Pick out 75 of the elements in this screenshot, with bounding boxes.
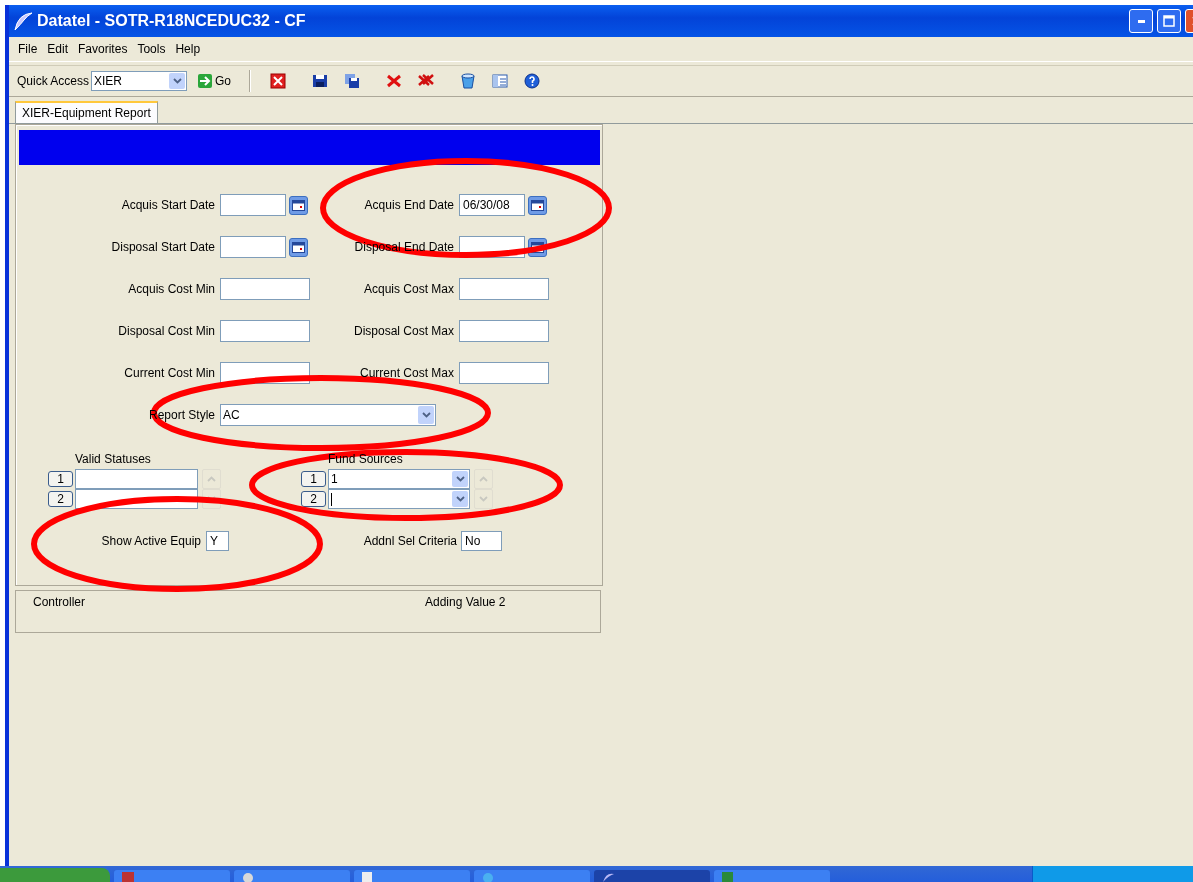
- window-title: Datatel - SOTR-R18NCEDUC32 - CF: [37, 12, 307, 30]
- chevron-up-icon: [207, 476, 216, 482]
- fund-source-dropdown[interactable]: 1: [328, 469, 470, 489]
- feather-icon: [13, 11, 33, 31]
- date-field[interactable]: [220, 236, 286, 258]
- chevron-down-icon: [455, 496, 465, 502]
- arrow-right-icon: [197, 73, 214, 89]
- chevron-down-icon: [172, 78, 182, 84]
- field-label: Acquis Cost Min: [128, 282, 215, 296]
- field-label: Disposal Cost Max: [353, 324, 454, 338]
- go-button[interactable]: Go: [193, 73, 236, 89]
- floppies-icon: [344, 73, 361, 89]
- calendar-icon: [292, 241, 305, 253]
- field-label: Current Cost Max: [359, 366, 454, 380]
- text-field[interactable]: [220, 320, 310, 342]
- fund-source-dropdown[interactable]: [328, 489, 470, 509]
- calendar-button[interactable]: [528, 195, 547, 215]
- maximize-button[interactable]: [1157, 9, 1181, 33]
- chevron-down-icon: [479, 496, 488, 502]
- text-field[interactable]: [220, 278, 310, 300]
- chevron-down-icon: [421, 412, 431, 418]
- floppy-icon: [312, 73, 329, 89]
- chevron-up-icon: [479, 476, 488, 482]
- field-label: Disposal Cost Min: [118, 324, 215, 338]
- date-field[interactable]: 06/30/08: [459, 194, 525, 216]
- row-number-button[interactable]: 1: [301, 471, 326, 487]
- text-field[interactable]: [459, 362, 549, 384]
- tab[interactable]: XIER-Equipment Report: [15, 101, 158, 123]
- field-label: Acquis Cost Max: [363, 282, 454, 296]
- field-label: Current Cost Min: [124, 366, 215, 380]
- text-cursor: [331, 492, 332, 506]
- menu-item[interactable]: File: [13, 42, 43, 56]
- calendar-icon: [531, 241, 544, 253]
- maximize-icon: [1163, 15, 1175, 27]
- bucket-icon: [460, 73, 477, 89]
- text-field[interactable]: [459, 278, 549, 300]
- help-icon: [524, 73, 541, 89]
- taskbar-button[interactable]: [234, 870, 350, 882]
- menu-item[interactable]: Edit: [42, 42, 74, 56]
- calendar-button[interactable]: [289, 237, 308, 257]
- chevron-down-icon: [455, 476, 465, 482]
- menu-item[interactable]: Favorites: [73, 42, 133, 56]
- double-cross-icon: [418, 73, 435, 89]
- panel-icon: [492, 73, 509, 89]
- status-text: Controller: [33, 595, 87, 609]
- field-label: Acquis Start Date: [121, 198, 215, 212]
- calendar-icon: [292, 199, 305, 211]
- text-field[interactable]: Y: [206, 531, 229, 551]
- report-style-dropdown[interactable]: AC: [220, 404, 436, 426]
- taskbar-button[interactable]: [354, 870, 470, 882]
- feather-icon: [602, 872, 614, 882]
- field-label: Show Active Equip: [100, 534, 201, 548]
- status-text: Adding Value 2: [425, 595, 507, 609]
- row-number-button[interactable]: 2: [48, 491, 73, 507]
- calendar-icon: [531, 199, 544, 211]
- field-label: Addnl Sel Criteria: [362, 534, 457, 548]
- calendar-button[interactable]: [289, 195, 308, 215]
- date-field[interactable]: [220, 194, 286, 216]
- minimize-icon: [1137, 19, 1145, 23]
- menu-item[interactable]: Tools: [132, 42, 171, 56]
- field-label: Disposal Start Date: [111, 240, 215, 254]
- quick-access-label: Quick Access: [17, 74, 90, 88]
- close-icon: [270, 73, 287, 89]
- field-label: Acquis End Date: [364, 198, 454, 212]
- start-button[interactable]: [0, 868, 110, 882]
- minimize-button[interactable]: [1129, 9, 1153, 33]
- row-number-button[interactable]: 2: [301, 491, 326, 507]
- status-field[interactable]: [75, 469, 198, 489]
- list-title: Valid Statuses: [75, 452, 151, 466]
- menu-item[interactable]: Help: [170, 42, 206, 56]
- row-number-button[interactable]: 1: [48, 471, 73, 487]
- quick-access-dropdown[interactable]: XIER: [91, 71, 188, 91]
- text-field[interactable]: [459, 320, 549, 342]
- cross-icon: [386, 73, 403, 89]
- text-field[interactable]: No: [461, 531, 502, 551]
